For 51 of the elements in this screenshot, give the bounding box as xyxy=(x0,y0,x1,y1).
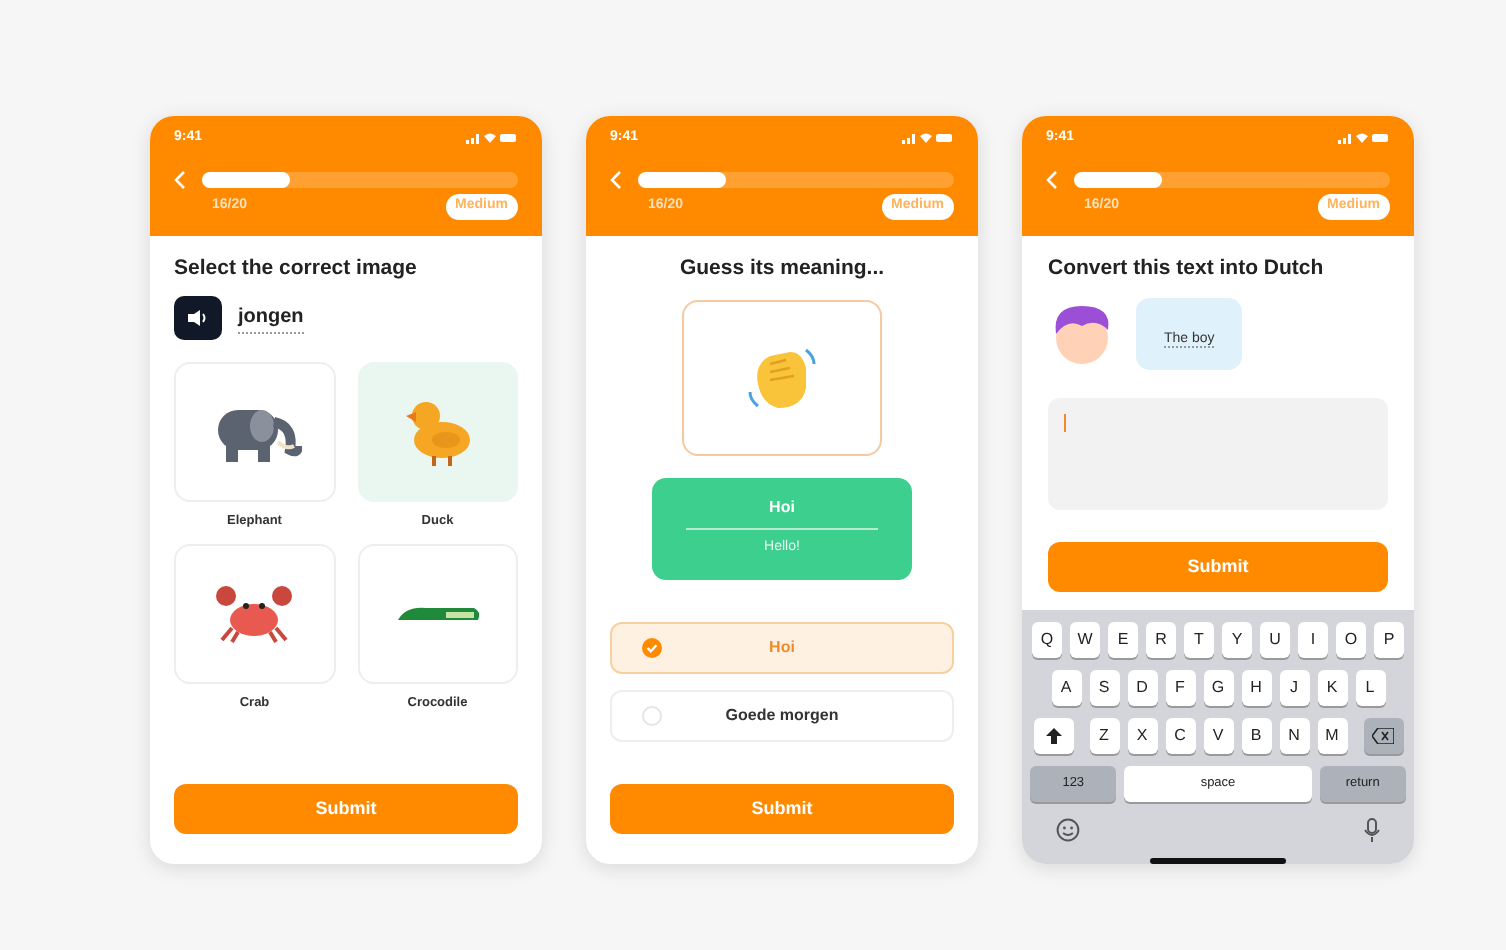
keyboard-key[interactable]: E xyxy=(1108,622,1138,658)
question-title: Guess its meaning... xyxy=(679,254,885,284)
keyboard-key[interactable]: Y xyxy=(1222,622,1252,658)
keyboard-key[interactable]: O xyxy=(1336,622,1366,658)
keyboard-key[interactable]: U xyxy=(1260,622,1290,658)
target-word: jongen xyxy=(238,301,304,334)
keyboard-key[interactable]: I xyxy=(1298,622,1328,658)
keyboard-key[interactable]: M xyxy=(1317,718,1347,754)
image-option[interactable] xyxy=(174,361,335,502)
keyboard-key[interactable]: R xyxy=(1146,622,1176,658)
keyboard-key[interactable]: B xyxy=(1241,718,1271,754)
question-title: Select the correct image xyxy=(174,254,419,284)
keyboard-key[interactable]: Q xyxy=(1032,622,1062,658)
status-icons xyxy=(466,132,518,144)
shift-key[interactable] xyxy=(1033,718,1073,754)
text-cursor xyxy=(1064,414,1066,433)
backspace-icon xyxy=(1372,728,1394,744)
answer-option[interactable]: Goede morgen xyxy=(610,689,954,742)
option-label: Goede morgen xyxy=(723,703,841,728)
status-icons xyxy=(902,132,954,144)
card-word: Hoi xyxy=(769,495,795,520)
keyboard-key[interactable]: Z xyxy=(1089,718,1119,754)
shift-icon xyxy=(1045,728,1061,744)
option-label: Hoi xyxy=(767,635,797,660)
keyboard-key[interactable]: V xyxy=(1203,718,1233,754)
image-option[interactable] xyxy=(357,543,518,683)
keyboard-key[interactable]: T xyxy=(1184,622,1214,658)
emoji-icon[interactable] xyxy=(1056,818,1080,842)
keyboard-key[interactable]: C xyxy=(1165,718,1195,754)
microphone-icon[interactable] xyxy=(1364,818,1380,842)
keyboard-key[interactable]: K xyxy=(1317,670,1347,706)
crab-icon xyxy=(214,583,295,643)
keyboard-key[interactable]: X xyxy=(1127,718,1157,754)
keyboard-key[interactable]: H xyxy=(1241,670,1271,706)
backspace-key[interactable] xyxy=(1363,718,1403,754)
keyboard-key[interactable]: F xyxy=(1165,670,1195,706)
keyboard-key[interactable]: W xyxy=(1070,622,1100,658)
keyboard-key[interactable]: J xyxy=(1279,670,1309,706)
question-title: Convert this text into Dutch xyxy=(1048,254,1326,284)
image-option[interactable] xyxy=(174,543,335,683)
speaker-button[interactable] xyxy=(174,295,222,340)
keyboard-key[interactable]: G xyxy=(1203,670,1233,706)
keyboard-key[interactable]: L xyxy=(1355,670,1385,706)
keyboard-key[interactable]: P xyxy=(1374,622,1404,658)
keyboard-key[interactable]: D xyxy=(1127,670,1157,706)
keyboard-key[interactable]: S xyxy=(1089,670,1119,706)
speaker-icon xyxy=(188,309,208,326)
keyboard-key[interactable]: A xyxy=(1051,670,1081,706)
answer-field[interactable] xyxy=(1048,397,1388,510)
keyboard-key[interactable]: N xyxy=(1279,718,1309,754)
status-icons xyxy=(1338,132,1390,144)
